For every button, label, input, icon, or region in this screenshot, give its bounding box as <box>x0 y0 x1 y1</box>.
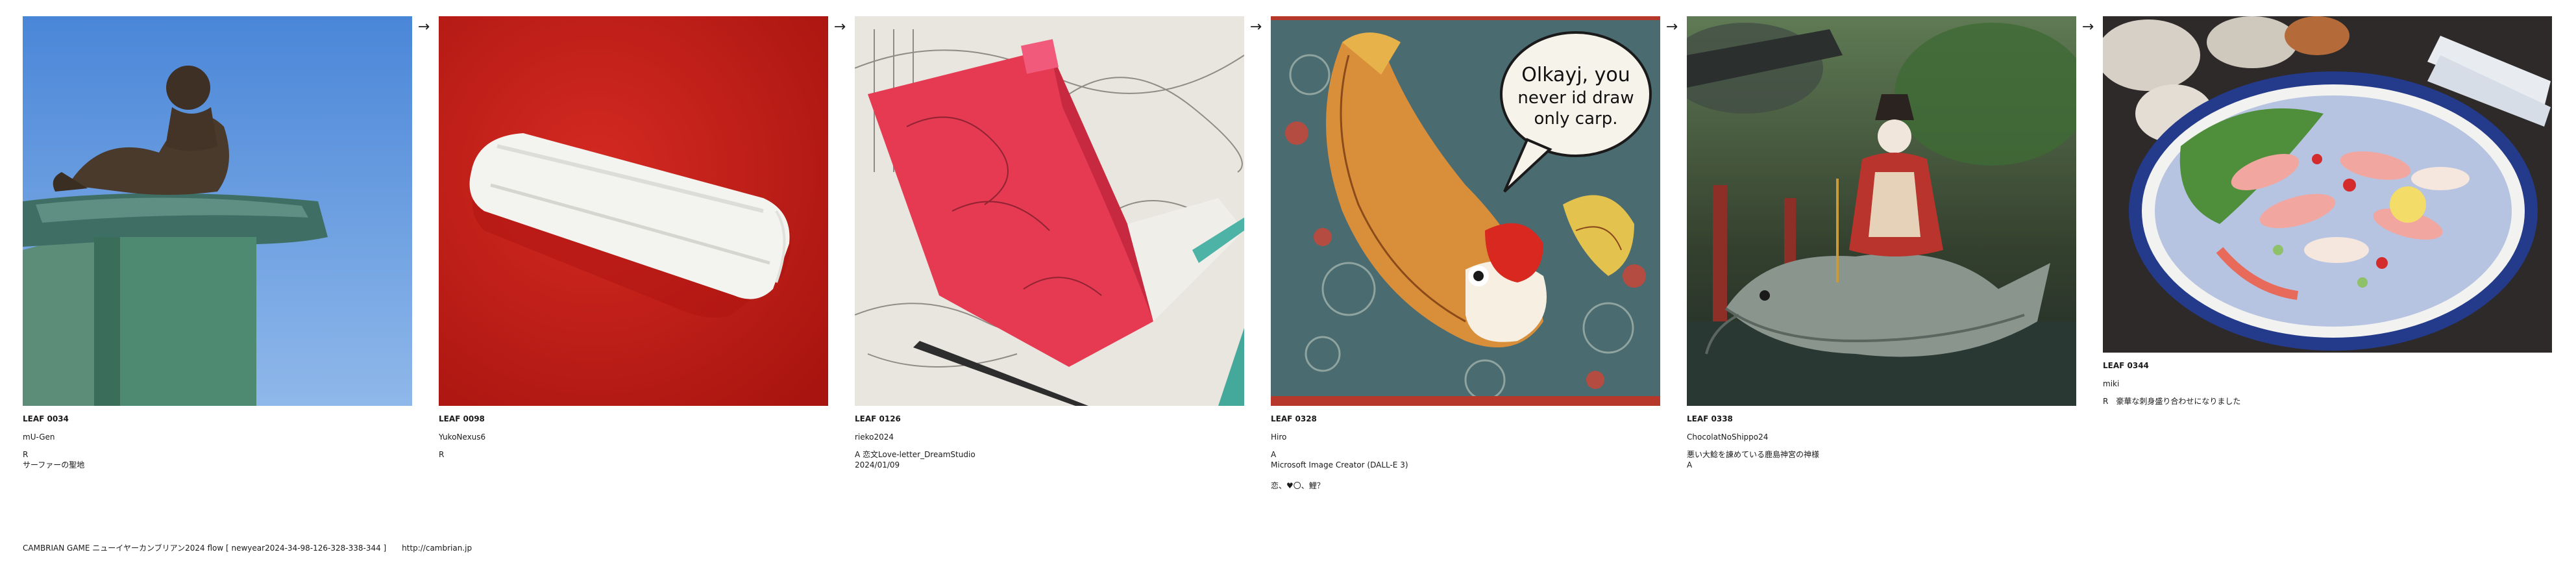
leaf-meta: LEAF 0328 Hiro A Microsoft Image Creator… <box>1271 414 1660 491</box>
letter-image-svg <box>855 16 1244 406</box>
leaf-kind: A <box>1271 450 1277 459</box>
leaf-meta: LEAF 0098 YukoNexus6 R <box>439 414 828 460</box>
sashimi-platter-photo[interactable] <box>2103 16 2552 353</box>
leaf-kind: A 恋文Love-letter_DreamStudio <box>855 450 975 459</box>
leaf-meta: LEAF 0126 rieko2024 A 恋文Love-letter_Drea… <box>855 414 1244 470</box>
leaf-note: 恋、♥〇、鯉？ <box>1271 481 1325 490</box>
leaf-author: Hiro <box>1271 432 1287 442</box>
footer-site-link[interactable]: http://cambrian.jp <box>402 544 472 553</box>
red-letter-sketch-image[interactable] <box>855 16 1244 406</box>
leaf-meta: LEAF 0338 ChocolatNoShippo24 悪い大鯰を諌めている鹿… <box>1687 414 2076 470</box>
carp-speech-bubble-illustration[interactable]: Olkayj, you never id draw only carp. <box>1271 16 1660 406</box>
leaf-meta: LEAF 0034 mU-Gen R サーファーの聖地 <box>23 414 412 470</box>
deity-riding-catfish-image[interactable] <box>1687 16 2076 406</box>
speech-bubble-text: never id draw <box>1517 88 1634 108</box>
statue-on-pillar-photo[interactable] <box>23 16 412 406</box>
catfish-image-svg <box>1687 16 2076 406</box>
leaf-id: LEAF 0338 <box>1687 414 1733 423</box>
footer-flow-text: CAMBRIAN GAME ニューイヤーカンブリアン2024 flow [ ne… <box>23 544 387 553</box>
sashimi-photo-svg <box>2103 16 2552 353</box>
leaf-id: LEAF 0126 <box>855 414 901 423</box>
flow-arrow-icon: → <box>417 19 430 35</box>
leaf-kind: R <box>23 450 29 459</box>
towel-photo-svg <box>439 16 828 406</box>
leaf-caption: サーファーの聖地 <box>23 460 85 469</box>
leaf-kind: A <box>1687 460 1693 469</box>
leaf-id: LEAF 0098 <box>439 414 485 423</box>
speech-bubble-text: Olkayj, you <box>1521 64 1630 86</box>
leaf-author: miki <box>2103 379 2120 388</box>
leaf-author: mU-Gen <box>23 432 55 442</box>
leaf-kind: R <box>439 450 445 459</box>
leaf-id: LEAF 0344 <box>2103 361 2149 370</box>
flow-arrow-icon: → <box>1665 19 1678 35</box>
flow-arrow-icon: → <box>833 19 846 35</box>
leaf-id: LEAF 0034 <box>23 414 69 423</box>
leaf-author: ChocolatNoShippo24 <box>1687 432 1769 442</box>
carp-illustration-svg: Olkayj, you never id draw only carp. <box>1271 16 1660 406</box>
speech-bubble-text: only carp. <box>1534 109 1618 129</box>
leaf-kind: R 豪華な刺身盛り合わせになりました <box>2103 397 2241 406</box>
leaf-tool: Microsoft Image Creator (DALL-E 3) <box>1271 460 1408 469</box>
page-footer: CAMBRIAN GAME ニューイヤーカンブリアン2024 flow [ ne… <box>23 543 472 553</box>
leaf-caption: 悪い大鯰を諌めている鹿島神宮の神様 <box>1687 450 1820 459</box>
leaf-date: 2024/01/09 <box>855 460 900 469</box>
leaf-author: YukoNexus6 <box>439 432 486 442</box>
flow-arrow-icon: → <box>2081 19 2094 35</box>
flow-arrow-icon: → <box>1249 19 1262 35</box>
statue-photo-svg <box>23 16 412 406</box>
leaf-id: LEAF 0328 <box>1271 414 1317 423</box>
leaf-meta: LEAF 0344 miki R 豪華な刺身盛り合わせになりました <box>2103 360 2492 407</box>
rolled-towel-photo[interactable] <box>439 16 828 406</box>
leaf-author: rieko2024 <box>855 432 894 442</box>
